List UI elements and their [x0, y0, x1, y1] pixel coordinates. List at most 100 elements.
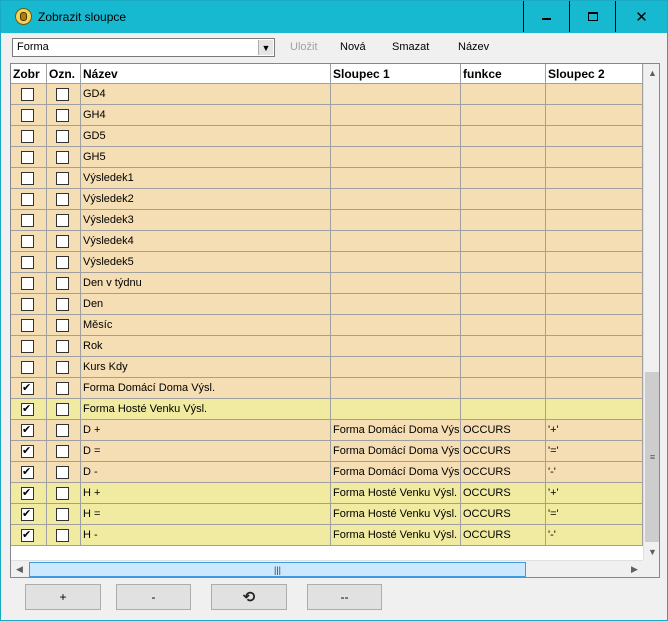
mark-checkbox[interactable] [56, 340, 69, 353]
show-checkbox[interactable] [21, 465, 34, 479]
show-checkbox[interactable] [21, 507, 34, 521]
mark-checkbox[interactable] [56, 88, 69, 101]
name-cell[interactable]: GD5 [81, 126, 331, 147]
show-checkbox[interactable] [21, 88, 34, 101]
close-button[interactable]: ✕ [615, 1, 667, 32]
mark-checkbox[interactable] [56, 382, 69, 395]
column2-cell[interactable] [546, 315, 643, 336]
name-cell[interactable]: H + [81, 483, 331, 504]
column1-cell[interactable] [331, 252, 461, 273]
mark-checkbox[interactable] [56, 235, 69, 248]
column1-cell[interactable] [331, 399, 461, 420]
remove-button[interactable]: - [116, 584, 191, 610]
vertical-scrollbar[interactable]: ▲ ≡ ▼ [643, 64, 659, 560]
horizontal-scrollbar[interactable]: ◀ ||| ▶ [11, 560, 643, 577]
function-cell[interactable]: OCCURS [461, 462, 546, 483]
show-checkbox[interactable] [21, 214, 34, 227]
mark-checkbox[interactable] [56, 445, 69, 458]
column1-cell[interactable] [331, 168, 461, 189]
show-checkbox[interactable] [21, 256, 34, 269]
mark-checkbox[interactable] [56, 298, 69, 311]
name-cell[interactable]: D - [81, 462, 331, 483]
scroll-right-icon[interactable]: ▶ [626, 561, 643, 577]
scroll-left-icon[interactable]: ◀ [11, 561, 28, 577]
column2-cell[interactable] [546, 189, 643, 210]
column2-cell[interactable] [546, 84, 643, 105]
name-cell[interactable]: H - [81, 525, 331, 546]
column2-cell[interactable]: '+' [546, 420, 643, 441]
show-checkbox[interactable] [21, 172, 34, 185]
function-cell[interactable]: OCCURS [461, 525, 546, 546]
function-cell[interactable] [461, 315, 546, 336]
function-cell[interactable]: OCCURS [461, 441, 546, 462]
name-cell[interactable]: Forma Hosté Venku Výsl. [81, 399, 331, 420]
show-checkbox[interactable] [21, 277, 34, 290]
table-row[interactable]: D +Forma Domácí Doma Výsl.OCCURS'+' [11, 420, 643, 441]
column1-cell[interactable] [331, 147, 461, 168]
column1-cell[interactable] [331, 210, 461, 231]
table-row[interactable]: Forma Hosté Venku Výsl. [11, 399, 643, 420]
show-checkbox[interactable] [21, 381, 34, 395]
chevron-down-icon[interactable]: ▼ [258, 40, 273, 55]
function-cell[interactable] [461, 336, 546, 357]
function-cell[interactable] [461, 105, 546, 126]
name-cell[interactable]: Výsledek1 [81, 168, 331, 189]
horizontal-scroll-thumb[interactable]: ||| [29, 562, 526, 577]
show-checkbox[interactable] [21, 528, 34, 542]
new-button[interactable]: Nová [340, 41, 366, 53]
table-row[interactable]: GD4 [11, 84, 643, 105]
table-row[interactable]: Měsíc [11, 315, 643, 336]
column2-cell[interactable] [546, 147, 643, 168]
table-row[interactable]: H -Forma Hosté Venku Výsl.OCCURS'-' [11, 525, 643, 546]
title-bar[interactable]: Zobrazit sloupce ✕ [1, 1, 667, 33]
column-header-column2[interactable]: Sloupec 2 [546, 64, 643, 84]
column1-cell[interactable] [331, 189, 461, 210]
column-header-mark[interactable]: Ozn. [47, 64, 81, 84]
name-cell[interactable]: Měsíc [81, 315, 331, 336]
table-row[interactable]: Výsledek3 [11, 210, 643, 231]
function-cell[interactable] [461, 210, 546, 231]
column1-cell[interactable]: Forma Hosté Venku Výsl. [331, 504, 461, 525]
column2-cell[interactable] [546, 336, 643, 357]
column-header-name[interactable]: Název [81, 64, 331, 84]
column2-cell[interactable]: '=' [546, 504, 643, 525]
function-cell[interactable] [461, 84, 546, 105]
function-cell[interactable] [461, 294, 546, 315]
add-button[interactable]: + [25, 584, 101, 610]
column-header-show[interactable]: Zobr [11, 64, 47, 84]
function-cell[interactable]: OCCURS [461, 504, 546, 525]
table-row[interactable]: D =Forma Domácí Doma Výsl.OCCURS'=' [11, 441, 643, 462]
table-row[interactable]: Výsledek4 [11, 231, 643, 252]
column2-cell[interactable] [546, 273, 643, 294]
show-checkbox[interactable] [21, 130, 34, 143]
show-checkbox[interactable] [21, 319, 34, 332]
name-cell[interactable]: Kurs Kdy [81, 357, 331, 378]
table-row[interactable]: GH5 [11, 147, 643, 168]
name-cell[interactable]: GH5 [81, 147, 331, 168]
column1-cell[interactable]: Forma Domácí Doma Výsl. [331, 462, 461, 483]
column2-cell[interactable]: '-' [546, 525, 643, 546]
column2-cell[interactable] [546, 126, 643, 147]
name-cell[interactable]: GH4 [81, 105, 331, 126]
mark-checkbox[interactable] [56, 256, 69, 269]
column2-cell[interactable] [546, 105, 643, 126]
column1-cell[interactable]: Forma Hosté Venku Výsl. [331, 483, 461, 504]
mark-checkbox[interactable] [56, 487, 69, 500]
column2-cell[interactable]: '-' [546, 462, 643, 483]
column1-cell[interactable] [331, 336, 461, 357]
columns-grid[interactable]: Zobr Ozn. Název Sloupec 1 funkce Sloupec… [10, 63, 660, 578]
mark-checkbox[interactable] [56, 130, 69, 143]
show-checkbox[interactable] [21, 151, 34, 164]
table-row[interactable]: Výsledek5 [11, 252, 643, 273]
name-cell[interactable]: D = [81, 441, 331, 462]
table-row[interactable]: Kurs Kdy [11, 357, 643, 378]
scroll-up-icon[interactable]: ▲ [644, 64, 659, 81]
mark-checkbox[interactable] [56, 109, 69, 122]
table-row[interactable]: H =Forma Hosté Venku Výsl.OCCURS'=' [11, 504, 643, 525]
column1-cell[interactable] [331, 126, 461, 147]
function-cell[interactable] [461, 378, 546, 399]
column2-cell[interactable] [546, 210, 643, 231]
name-cell[interactable]: Den [81, 294, 331, 315]
mark-checkbox[interactable] [56, 319, 69, 332]
name-cell[interactable]: H = [81, 504, 331, 525]
